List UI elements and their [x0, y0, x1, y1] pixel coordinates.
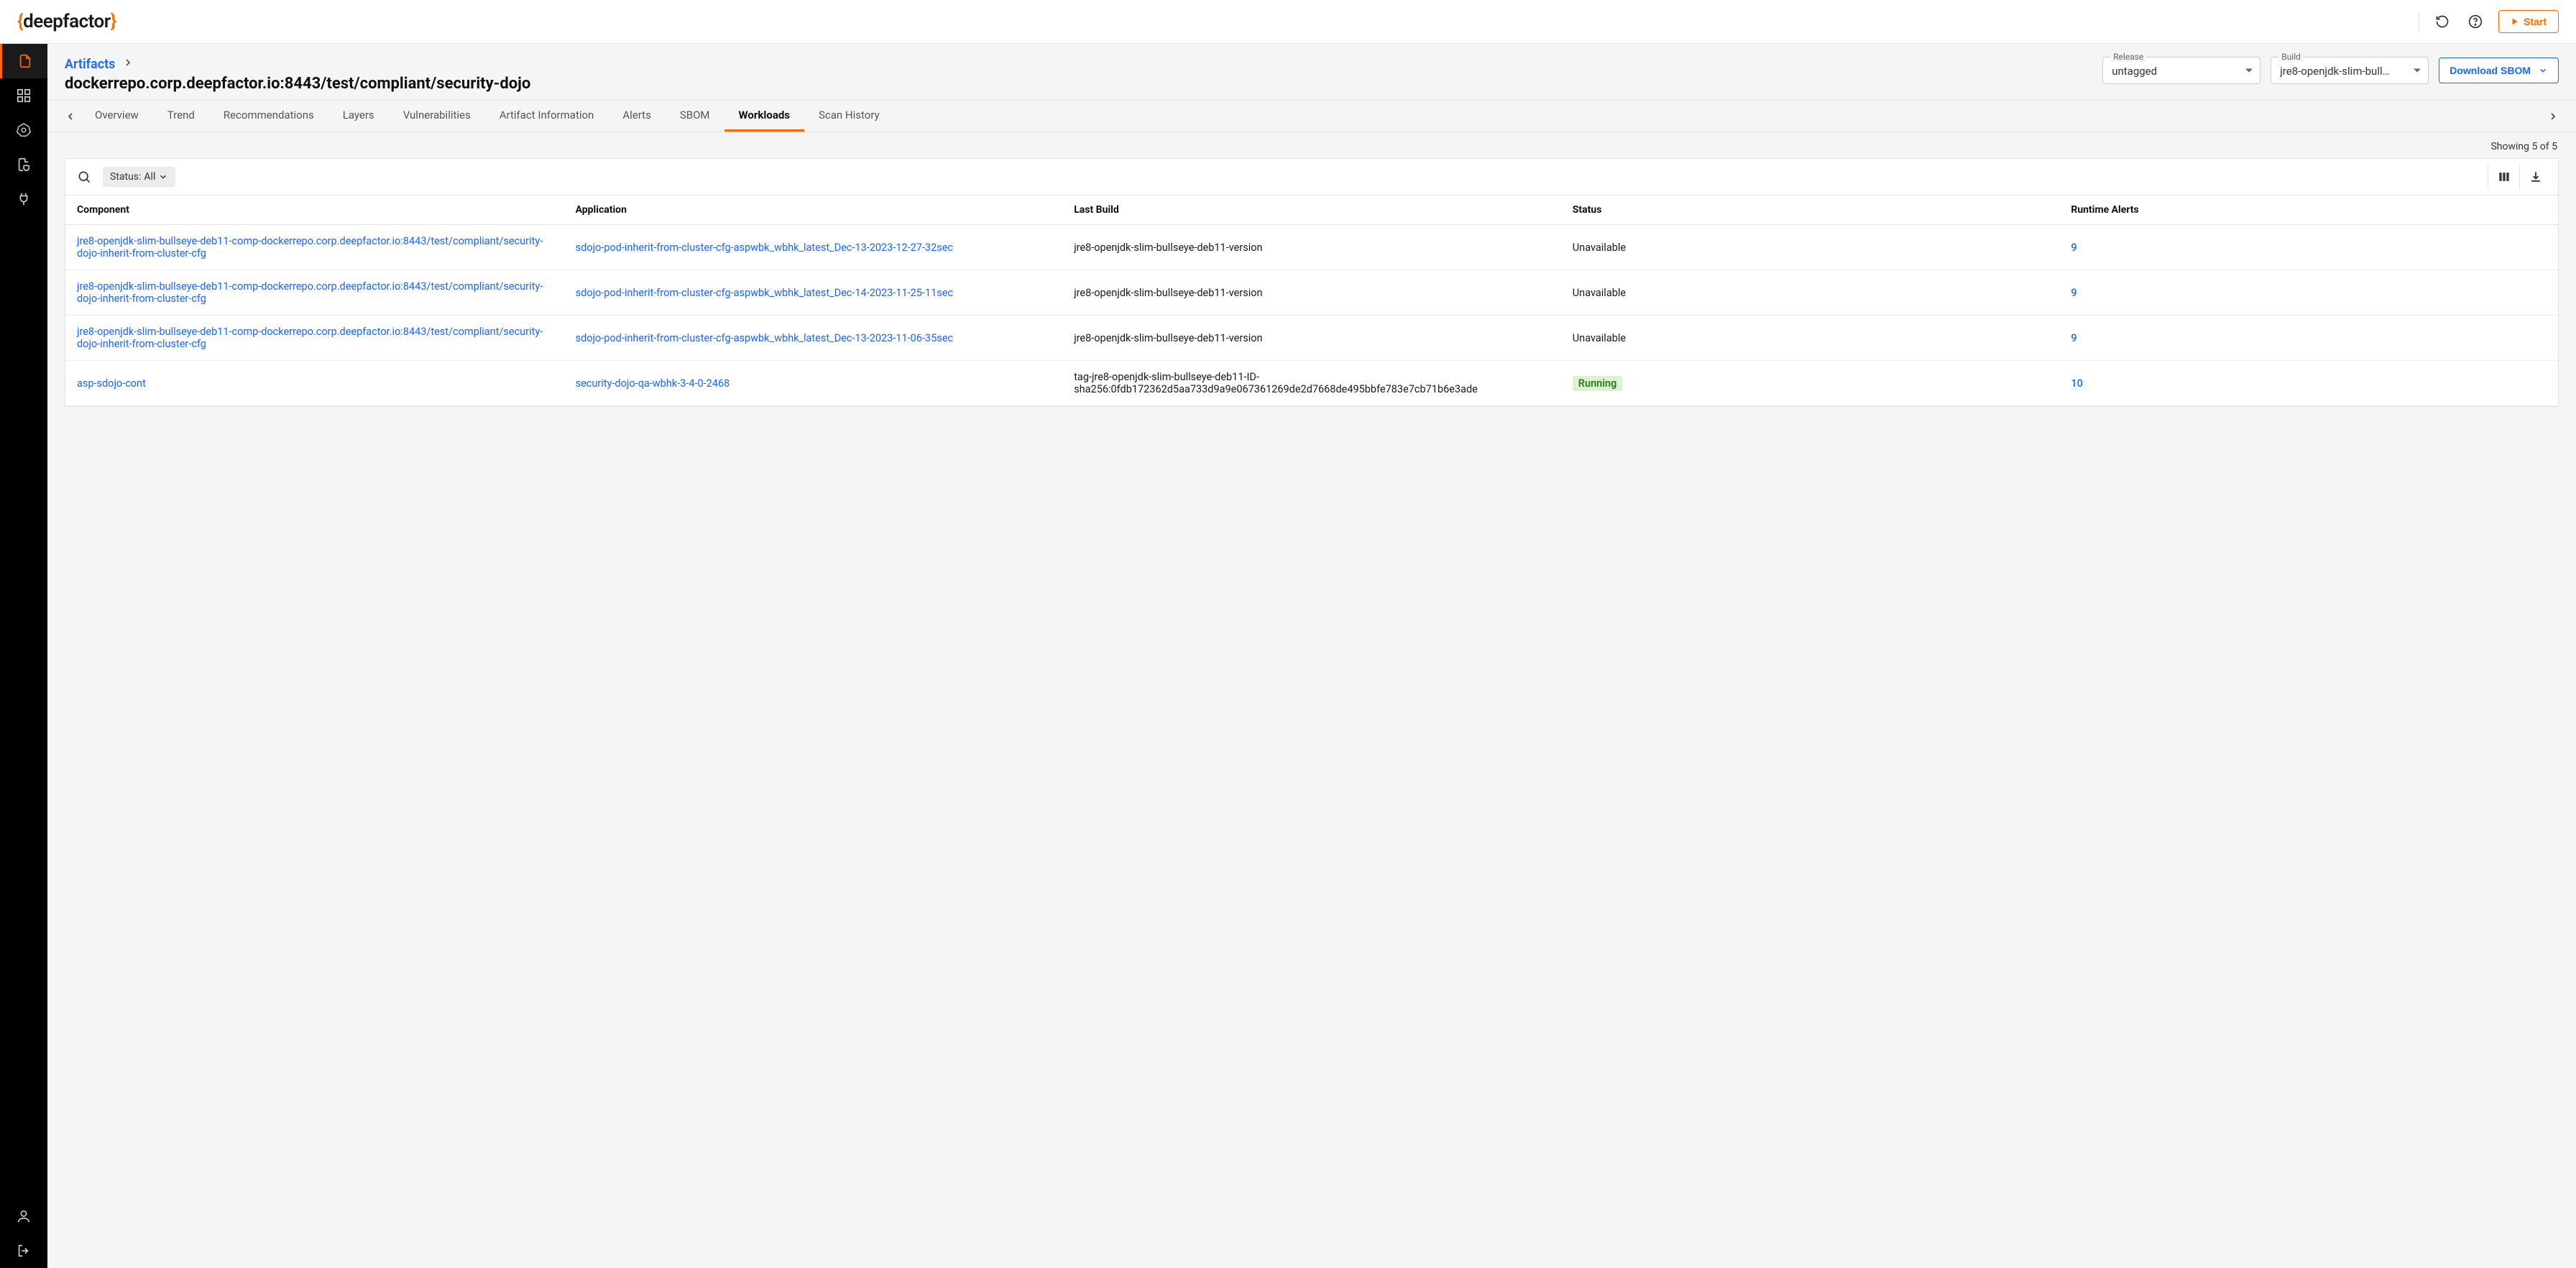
document-icon [17, 53, 33, 69]
grid-icon [16, 88, 32, 104]
help-icon[interactable] [2465, 12, 2485, 32]
tab-workloads[interactable]: Workloads [724, 101, 804, 132]
chevron-down-icon [2245, 69, 2253, 73]
tab-alerts[interactable]: Alerts [608, 101, 666, 132]
sidebar-item-integrations[interactable] [0, 182, 47, 216]
status-cell: Unavailable [1561, 225, 2060, 270]
sidebar-item-artifacts[interactable] [0, 44, 47, 78]
col-status[interactable]: Status [1561, 196, 2060, 225]
columns-button[interactable] [2488, 165, 2519, 189]
file-shield-icon [16, 157, 32, 173]
build-select[interactable]: Build jre8-openjdk-slim-bull… [2271, 57, 2429, 84]
showing-count: Showing 5 of 5 [65, 132, 2559, 158]
runtime-alerts-link[interactable]: 9 [2071, 332, 2076, 344]
topbar: {deepfactor} Start [0, 0, 2576, 44]
runtime-alerts-link[interactable]: 9 [2071, 242, 2076, 254]
component-link[interactable]: jre8-openjdk-slim-bullseye-deb11-comp-do… [77, 326, 543, 350]
tab-trend[interactable]: Trend [153, 101, 209, 132]
chevron-right-icon [2547, 111, 2559, 122]
columns-icon [2497, 170, 2511, 184]
sidebar [0, 44, 47, 1268]
chevron-down-icon [2538, 65, 2548, 75]
status-filter-chip[interactable]: Status:All [103, 167, 175, 187]
breadcrumb: Artifacts [65, 57, 2088, 72]
tab-overview[interactable]: Overview [80, 101, 153, 132]
download-sbom-button[interactable]: Download SBOM [2439, 58, 2559, 83]
runtime-alerts-link[interactable]: 10 [2071, 377, 2082, 390]
col-last-build[interactable]: Last Build [1062, 196, 1561, 225]
application-link[interactable]: sdojo-pod-inherit-from-cluster-cfg-aspwb… [576, 242, 953, 254]
tabs-scroll-right[interactable] [2543, 102, 2563, 131]
breadcrumb-parent[interactable]: Artifacts [65, 57, 115, 72]
refresh-icon[interactable] [2432, 12, 2452, 32]
component-link[interactable]: asp-sdojo-cont [77, 377, 146, 390]
chevron-left-icon [65, 111, 76, 122]
tab-artifact-information[interactable]: Artifact Information [485, 101, 609, 132]
release-select[interactable]: Release untagged [2102, 57, 2260, 84]
component-link[interactable]: jre8-openjdk-slim-bullseye-deb11-comp-do… [77, 235, 543, 259]
sidebar-item-logout[interactable] [0, 1233, 47, 1268]
application-link[interactable]: sdojo-pod-inherit-from-cluster-cfg-aspwb… [576, 332, 953, 344]
tabs: OverviewTrendRecommendationsLayersVulner… [80, 101, 2543, 132]
user-icon [16, 1208, 32, 1224]
table-row: jre8-openjdk-slim-bullseye-deb11-comp-do… [65, 270, 2558, 316]
tab-recommendations[interactable]: Recommendations [209, 101, 328, 132]
sidebar-item-dashboard[interactable] [0, 78, 47, 113]
col-component[interactable]: Component [65, 196, 564, 225]
sidebar-item-kubernetes[interactable] [0, 113, 47, 147]
last-build-cell: jre8-openjdk-slim-bullseye-deb11-version [1062, 270, 1561, 316]
logout-icon [16, 1243, 32, 1259]
chevron-down-icon [2414, 69, 2421, 73]
search-icon [77, 170, 91, 184]
chevron-right-icon [122, 57, 134, 72]
search-button[interactable] [73, 165, 96, 188]
plug-icon [16, 191, 32, 207]
table-row: jre8-openjdk-slim-bullseye-deb11-comp-do… [65, 225, 2558, 270]
kubernetes-icon [16, 122, 32, 138]
brand-logo: {deepfactor} [17, 11, 116, 32]
tab-layers[interactable]: Layers [328, 101, 389, 132]
page-title: dockerrepo.corp.deepfactor.io:8443/test/… [65, 75, 2088, 93]
status-cell: Unavailable [1561, 316, 2060, 361]
table-row: asp-sdojo-cont security-dojo-qa-wbhk-3-4-… [65, 361, 2558, 406]
last-build-cell: tag-jre8-openjdk-slim-bullseye-deb11-ID-… [1062, 361, 1561, 406]
tab-vulnerabilities[interactable]: Vulnerabilities [389, 101, 485, 132]
last-build-cell: jre8-openjdk-slim-bullseye-deb11-version [1062, 225, 1561, 270]
last-build-cell: jre8-openjdk-slim-bullseye-deb11-version [1062, 316, 1561, 361]
download-button[interactable] [2519, 165, 2551, 189]
tab-sbom[interactable]: SBOM [666, 101, 724, 132]
workloads-table: Component Application Last Build Status … [65, 196, 2558, 406]
application-link[interactable]: sdojo-pod-inherit-from-cluster-cfg-aspwb… [576, 287, 953, 299]
play-icon [2511, 17, 2519, 26]
sidebar-item-profile[interactable] [0, 1199, 47, 1233]
download-icon [2529, 170, 2543, 184]
runtime-alerts-link[interactable]: 9 [2071, 287, 2076, 299]
start-button[interactable]: Start [2498, 10, 2559, 33]
sidebar-item-reports[interactable] [0, 147, 47, 182]
component-link[interactable]: jre8-openjdk-slim-bullseye-deb11-comp-do… [77, 280, 543, 305]
col-application[interactable]: Application [564, 196, 1063, 225]
status-badge: Running [1573, 376, 1623, 391]
brace-close-icon: } [111, 11, 116, 32]
tab-scan-history[interactable]: Scan History [804, 101, 894, 132]
brace-open-icon: { [17, 11, 23, 32]
application-link[interactable]: security-dojo-qa-wbhk-3-4-0-2468 [576, 377, 730, 390]
chevron-down-icon [158, 172, 168, 182]
table-row: jre8-openjdk-slim-bullseye-deb11-comp-do… [65, 316, 2558, 361]
status-cell: Running [1561, 361, 2060, 406]
tabs-scroll-left[interactable] [60, 102, 80, 131]
col-runtime-alerts[interactable]: Runtime Alerts [2059, 196, 2558, 225]
status-cell: Unavailable [1561, 270, 2060, 316]
